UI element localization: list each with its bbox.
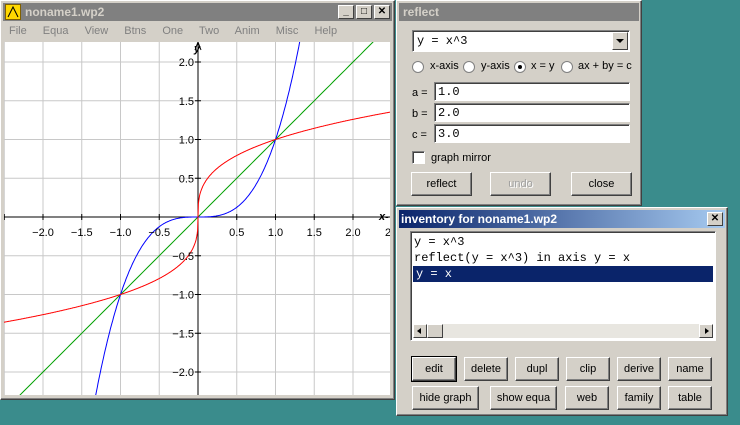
- menu-file[interactable]: File: [9, 25, 27, 37]
- menu-misc[interactable]: Misc: [276, 25, 299, 37]
- menu-btns[interactable]: Btns: [124, 25, 146, 37]
- y-tick-label: 0.5: [179, 173, 194, 185]
- x-tick-label: 1.0: [268, 227, 283, 239]
- chevron-down-icon: [616, 39, 624, 43]
- b-label: b =: [412, 108, 428, 120]
- menu-two[interactable]: Two: [199, 25, 219, 37]
- y-tick-label: −0.5: [172, 251, 194, 263]
- menu-view[interactable]: View: [85, 25, 109, 37]
- graph-mirror-label: graph mirror: [431, 152, 491, 164]
- app-icon: [5, 4, 21, 20]
- inventory-title: inventory for noname1.wp2: [401, 212, 558, 226]
- undo-button[interactable]: undo: [490, 172, 551, 196]
- y-tick-label: −1.0: [172, 290, 194, 302]
- x-tick-label: 0.5: [229, 227, 244, 239]
- x-tick-label: 2.0: [345, 227, 360, 239]
- menu-one[interactable]: One: [162, 25, 183, 37]
- reflect-title: reflect: [403, 5, 440, 19]
- inventory-list[interactable]: y = x^3 reflect(y = x^3) in axis y = x y…: [410, 231, 716, 341]
- radio-x-axis-label: x-axis: [430, 60, 459, 72]
- radio-y-axis-label: y-axis: [481, 60, 510, 72]
- graph-canvas[interactable]: x-y −2.0 −1.5 −1.0 −0.5 0.5 1.0 1.5 2.0 2 2.0 1.5 1.…: [4, 42, 390, 395]
- close-button[interactable]: close: [571, 172, 632, 196]
- scroll-right-button[interactable]: [699, 324, 713, 338]
- reflect-button[interactable]: reflect: [411, 172, 472, 196]
- menu-equa[interactable]: Equa: [43, 25, 69, 37]
- graph-mirror-checkbox[interactable]: [412, 151, 425, 164]
- reflect-dialog: reflect y = x^3 x-axis y-axis x = y ax +…: [396, 0, 642, 206]
- y-tick-label: −2.0: [172, 367, 194, 379]
- graph-canvas-frame[interactable]: x-y −2.0 −1.5 −1.0 −0.5 0.5 1.0 1.5 2.0 2 2.0 1.5 1.…: [4, 42, 390, 395]
- graph-window: noname1.wp2 _ □ ✕ File Equa View Btns On…: [0, 0, 395, 400]
- radio-general-line[interactable]: [561, 61, 573, 73]
- clip-button[interactable]: clip: [566, 357, 610, 381]
- c-label: c =: [412, 129, 427, 141]
- radio-y-axis[interactable]: [463, 61, 475, 73]
- family-button[interactable]: family: [617, 386, 661, 410]
- web-button[interactable]: web: [565, 386, 609, 410]
- inventory-dialog: inventory for noname1.wp2 ✕ y = x^3 refl…: [396, 207, 728, 416]
- chevron-right-icon: [705, 328, 709, 334]
- curve-y-equals-x: [19, 42, 374, 395]
- minimize-button[interactable]: _: [338, 5, 354, 19]
- scroll-left-button[interactable]: [413, 324, 427, 338]
- x-tick-label: −2.0: [32, 227, 54, 239]
- menu-help[interactable]: Help: [314, 25, 337, 37]
- menu-anim[interactable]: Anim: [235, 25, 260, 37]
- x-tick-label: 2: [385, 227, 390, 239]
- horizontal-scrollbar[interactable]: [413, 324, 713, 338]
- delete-button[interactable]: delete: [464, 357, 508, 381]
- radio-x-equals-y[interactable]: [514, 61, 526, 73]
- x-tick-label: −1.0: [110, 227, 132, 239]
- derive-button[interactable]: derive: [617, 357, 661, 381]
- inventory-item-1[interactable]: reflect(y = x^3) in axis y = x: [411, 250, 715, 266]
- c-field[interactable]: 3.0: [434, 124, 630, 143]
- chevron-left-icon: [417, 328, 421, 334]
- x-axis-label: x-: [378, 211, 389, 223]
- x-tick-label: 1.5: [307, 227, 322, 239]
- y-tick-label: 1.0: [179, 135, 194, 147]
- inventory-titlebar[interactable]: inventory for noname1.wp2 ✕: [399, 210, 725, 228]
- dropdown-button[interactable]: [612, 32, 628, 50]
- graph-window-title: noname1.wp2: [25, 5, 105, 19]
- hide-graph-button[interactable]: hide graph: [412, 386, 479, 410]
- scroll-thumb[interactable]: [427, 324, 443, 338]
- a-field-value: 1.0: [438, 85, 460, 99]
- graph-window-titlebar[interactable]: noname1.wp2 _ □ ✕: [3, 3, 392, 21]
- edit-button[interactable]: edit: [411, 356, 457, 382]
- radio-x-axis[interactable]: [412, 61, 424, 73]
- name-button[interactable]: name: [668, 357, 712, 381]
- b-field[interactable]: 2.0: [434, 103, 630, 122]
- x-tick-label: −1.5: [71, 227, 93, 239]
- inventory-item-2[interactable]: y = x: [413, 266, 713, 282]
- y-tick-label: 1.5: [179, 96, 194, 108]
- close-window-button[interactable]: ✕: [374, 5, 390, 19]
- show-equa-button[interactable]: show equa: [490, 386, 557, 410]
- equation-select-value: y = x^3: [417, 34, 468, 48]
- equation-select[interactable]: y = x^3: [412, 30, 630, 52]
- x-tick-label: −0.5: [148, 227, 170, 239]
- radio-x-equals-y-label: x = y: [531, 60, 555, 72]
- maximize-button[interactable]: □: [356, 5, 372, 19]
- table-button[interactable]: table: [668, 386, 712, 410]
- dupl-button[interactable]: dupl: [515, 357, 559, 381]
- menu-bar: File Equa View Btns One Two Anim Misc He…: [9, 25, 350, 41]
- b-field-value: 2.0: [438, 106, 460, 120]
- a-label: a =: [412, 87, 428, 99]
- y-tick-label: −1.5: [172, 328, 194, 340]
- y-axis-label: y: [193, 43, 201, 55]
- a-field[interactable]: 1.0: [434, 82, 630, 101]
- reflect-titlebar[interactable]: reflect: [399, 3, 639, 21]
- radio-general-line-label: ax + by = c: [578, 60, 632, 72]
- inventory-item-0[interactable]: y = x^3: [411, 234, 715, 250]
- inventory-close-button[interactable]: ✕: [707, 212, 723, 226]
- c-field-value: 3.0: [438, 127, 460, 141]
- y-tick-label: 2.0: [179, 57, 194, 69]
